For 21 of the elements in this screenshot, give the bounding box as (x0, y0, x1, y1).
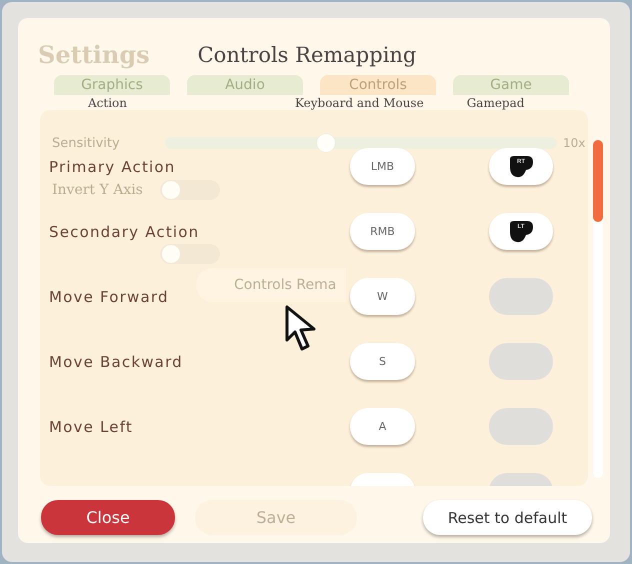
action-label: Secondary Action (48, 222, 200, 240)
column-header: Gamepad (466, 96, 524, 112)
close-button[interactable]: Close (41, 500, 175, 535)
action-label: Move Backward (48, 352, 183, 370)
trigger-icon (507, 154, 535, 178)
reset-button[interactable]: Reset to default (423, 500, 592, 535)
toggle-switch[interactable] (160, 180, 220, 200)
toggle-switch[interactable] (160, 244, 220, 264)
dialog-title: Controls Remapping (198, 42, 416, 68)
column-header: Keyboard and Mouse (295, 96, 424, 112)
column-header: Action (88, 96, 127, 112)
action-label: Move Left (48, 418, 134, 436)
action-label: Primary Action (48, 158, 176, 176)
sensitivity-label: Sensitivity (52, 136, 121, 150)
sensitivity-value: 10x (563, 136, 586, 150)
trigger-icon (507, 220, 535, 244)
scrollbar-thumb[interactable] (593, 140, 603, 222)
invert-y-label: Invert Y Axis (52, 182, 144, 198)
scrollbar[interactable] (593, 140, 603, 478)
action-label: Move Forward (48, 288, 169, 306)
sensitivity-slider[interactable] (165, 137, 557, 149)
